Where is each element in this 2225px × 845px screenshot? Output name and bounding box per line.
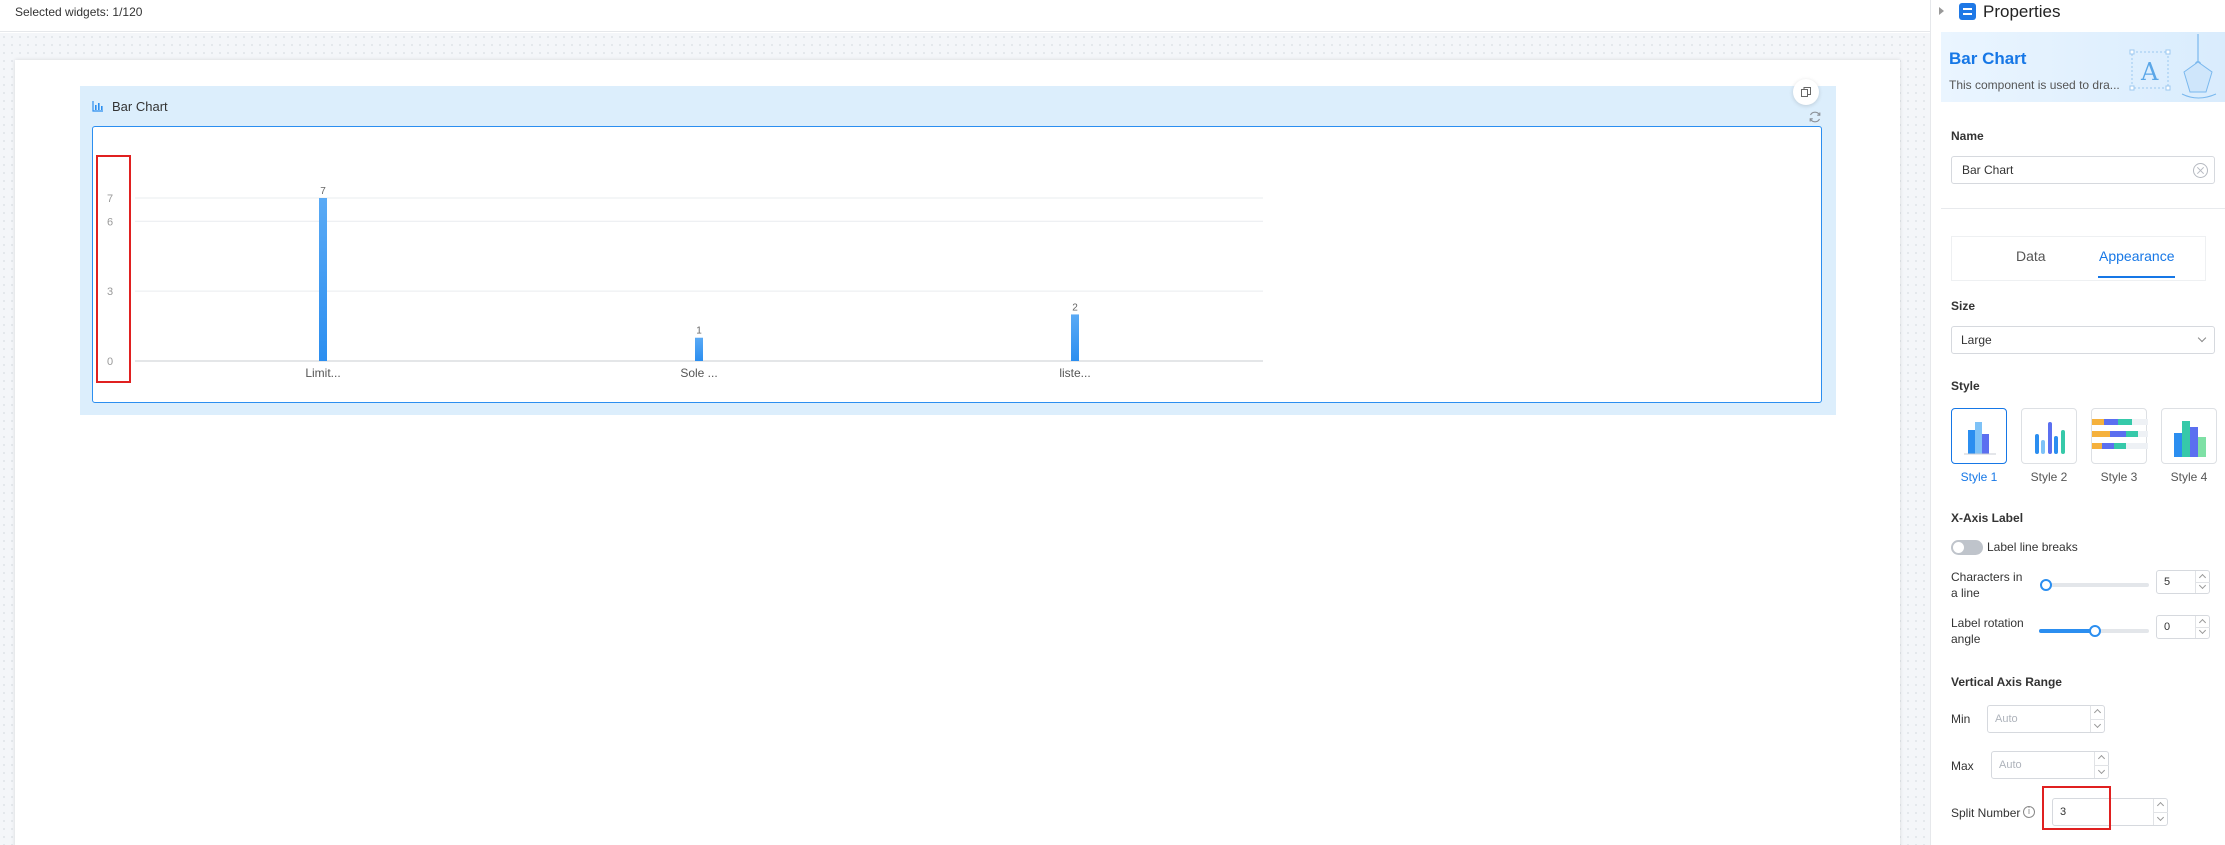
bar-chart-widget[interactable]: Bar Chart 0 3 6 7 7 Limit... 1 Sole ... 2 liste..… [80,79,1836,415]
component-title: Bar Chart [1949,49,2027,68]
properties-icon [1959,3,1976,20]
name-input-value: Bar Chart [1962,163,2014,177]
style-3-icon [2092,419,2148,449]
svg-text:A: A [2140,58,2159,86]
bar-chart: 03677Limit...1Sole ...2liste... [107,186,1263,380]
data-label: 7 [320,186,326,197]
bar-chart-icon [92,100,104,112]
style-2-label[interactable]: Style 2 [2021,470,2077,484]
chars-per-line-value: 5 [2164,576,2171,588]
label-rotation-label-line-1: Label rotation [1951,616,2024,630]
copy-icon [1801,87,1811,97]
tab-data[interactable]: Data [2016,248,2046,264]
split-number-label: Split Number [1951,806,2021,820]
top-bar: Selected widgets: 1/120 [0,0,1930,32]
size-select[interactable]: Large [1951,326,2215,354]
style-option-4[interactable] [2161,408,2217,464]
name-input[interactable]: Bar Chart [1951,156,2215,184]
component-banner: Bar Chart This component is used to dra.… [1941,32,2225,102]
chars-per-line-stepper[interactable] [2195,571,2210,593]
style-2-icon [2035,422,2065,454]
x-tick-label: Limit... [305,366,340,380]
line-breaks-toggle[interactable] [1951,540,1983,555]
widget-title: Bar Chart [112,98,168,114]
chars-per-line-slider-handle[interactable] [2040,579,2052,591]
max-label: Max [1951,759,1974,773]
size-label: Size [1951,299,1976,313]
design-canvas[interactable]: Bar Chart 0 3 6 7 7 Limit... 1 Sole ... 2 liste..… [0,33,1930,845]
style-option-3[interactable] [2091,408,2148,464]
chars-per-line-input[interactable]: 5 [2156,570,2210,594]
label-rotation-stepper[interactable] [2195,616,2210,638]
label-rotation-input[interactable]: 0 [2156,615,2210,639]
data-label: 1 [696,326,702,337]
split-number-stepper[interactable] [2153,799,2168,825]
info-icon[interactable]: i [2023,806,2035,818]
vertical-axis-range-heading: Vertical Axis Range [1951,675,2062,689]
widget-header: Bar Chart [92,98,168,114]
selected-widgets-count: Selected widgets: 1/120 [15,5,143,19]
max-input[interactable]: Auto [1991,751,2109,779]
data-label: 2 [1072,302,1078,313]
line-breaks-label: Label line breaks [1987,540,2078,554]
min-placeholder: Auto [1995,713,2018,725]
canvas-page[interactable]: Bar Chart 0 3 6 7 7 Limit... 1 Sole ... 2 liste..… [15,60,1900,845]
chars-per-line-label-line-1: Characters in [1951,570,2023,584]
min-stepper[interactable] [2090,706,2105,732]
clear-icon[interactable] [2193,163,2208,178]
bar [319,198,327,361]
max-placeholder: Auto [1999,759,2022,771]
min-input[interactable]: Auto [1987,705,2105,733]
split-number-highlight [2042,786,2111,830]
chars-per-line-label-line-2: a line [1951,586,1980,600]
style-label: Style [1951,379,1980,393]
label-rotation-slider-fill [2039,629,2094,633]
bar [1071,314,1079,361]
label-rotation-label-line-2: angle [1951,632,1981,646]
x-axis-label-heading: X-Axis Label [1951,511,2024,525]
x-tick-label: liste... [1059,366,1090,380]
style-4-label[interactable]: Style 4 [2161,470,2217,484]
active-tab-indicator [2098,276,2175,278]
panel-tabs: Data Appearance [1951,236,2206,281]
name-label: Name [1951,129,1984,143]
style-1-label[interactable]: Style 1 [1951,470,2007,484]
panel-title: Properties [1983,2,2061,21]
panel-header[interactable]: Properties [1931,0,2225,26]
size-select-value: Large [1961,333,1992,347]
style-option-1[interactable] [1951,408,2007,464]
style-3-label[interactable]: Style 3 [2091,470,2147,484]
tab-appearance[interactable]: Appearance [2099,248,2175,264]
bar [695,337,703,361]
y-axis-highlight [96,155,131,383]
refresh-icon [1809,111,1821,123]
collapse-caret-icon[interactable] [1939,7,1944,15]
style-option-2[interactable] [2021,408,2077,464]
refresh-widget-button[interactable] [1806,108,1824,126]
divider [1941,208,2225,209]
component-description: This component is used to dra... [1949,78,2120,92]
min-label: Min [1951,712,1971,726]
chart-area[interactable]: 0 3 6 7 7 Limit... 1 Sole ... 2 liste... [92,126,1822,403]
style-4-icon [2174,421,2206,457]
x-tick-label: Sole ... [680,366,717,380]
max-stepper[interactable] [2094,752,2109,778]
style-1-icon [1964,422,1996,455]
properties-panel: Properties Bar Chart This component is u… [1930,0,2225,845]
pen-illustration-icon: A [2129,34,2217,99]
chevron-down-icon [2197,333,2207,343]
label-rotation-slider-handle[interactable] [2089,625,2101,637]
label-rotation-value: 0 [2164,621,2171,633]
chars-per-line-slider[interactable] [2043,583,2149,587]
copy-widget-button[interactable] [1793,79,1819,105]
